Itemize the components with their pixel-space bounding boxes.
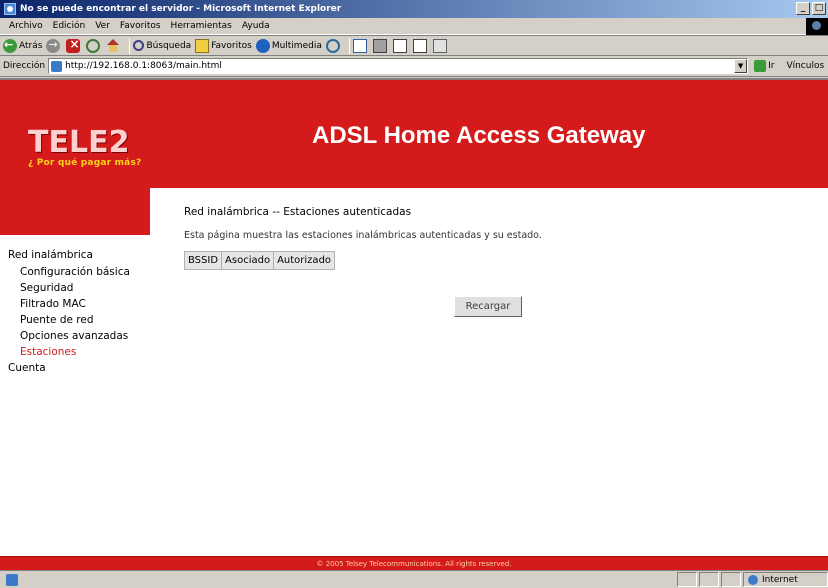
- home-button[interactable]: [106, 38, 122, 53]
- mail-button[interactable]: [352, 38, 369, 53]
- forward-button[interactable]: [46, 38, 62, 53]
- status-bar: Internet: [0, 570, 828, 588]
- stop-icon: [66, 37, 81, 53]
- refresh-icon: [86, 38, 101, 53]
- banner-title: ADSL Home Access Gateway: [312, 122, 646, 149]
- back-button[interactable]: Atrás: [3, 38, 43, 53]
- address-dropdown-icon[interactable]: ▼: [734, 59, 748, 73]
- forward-arrow-icon: [46, 38, 61, 53]
- status-cell: [721, 572, 741, 587]
- sidebar-item-filtrado-mac[interactable]: Filtrado MAC: [8, 296, 150, 312]
- globe-icon: [748, 574, 758, 585]
- ie-icon: [4, 3, 16, 15]
- window-controls: _ □: [796, 2, 826, 15]
- refresh-button[interactable]: [86, 38, 102, 53]
- table-header-row: BSSID Asociado Autorizado: [183, 251, 336, 270]
- windows-logo-icon: [806, 18, 828, 35]
- page-icon: [412, 38, 427, 53]
- address-input[interactable]: http://192.168.0.1:8063/main.html ▼: [48, 58, 749, 74]
- back-arrow-icon: [3, 38, 17, 53]
- toolbar-separator: [348, 37, 350, 54]
- media-label: Multimedia: [271, 40, 322, 51]
- column-header-asociado: Asociado: [221, 251, 275, 270]
- messenger-button[interactable]: [432, 38, 449, 53]
- print-icon: [372, 38, 387, 53]
- search-label: Búsqueda: [146, 40, 192, 51]
- page-footer: © 2005 Telsey Telecommunications. All ri…: [0, 556, 828, 570]
- mail-icon: [352, 38, 367, 53]
- edit-icon: [392, 38, 407, 53]
- window-title: No se puede encontrar el servidor - Micr…: [20, 4, 342, 14]
- page-icon: [51, 60, 63, 72]
- sidebar-item-opciones-avanzadas[interactable]: Opciones avanzadas: [8, 328, 150, 344]
- page-viewport: TELE2 ¿ Por qué pagar más? ADSL Home Acc…: [0, 78, 828, 570]
- minimize-button[interactable]: _: [796, 2, 810, 15]
- copyright-text: © 2005 Telsey Telecommunications. All ri…: [316, 560, 512, 568]
- search-icon: [133, 40, 145, 51]
- status-page-icon: [6, 573, 18, 586]
- history-button[interactable]: [325, 38, 342, 53]
- logo-tagline: ¿ Por qué pagar más?: [28, 158, 142, 168]
- sidebar-item-seguridad[interactable]: Seguridad: [8, 280, 150, 296]
- browser-toolbar: Atrás Búsqueda Favoritos Multimedia: [0, 35, 828, 56]
- print-button[interactable]: [372, 38, 389, 53]
- status-cell: [699, 572, 719, 587]
- links-button[interactable]: Vínculos: [786, 61, 824, 71]
- page-header: TELE2 ¿ Por qué pagar más? ADSL Home Acc…: [0, 80, 828, 188]
- tele2-logo: TELE2 ¿ Por qué pagar más?: [28, 125, 142, 169]
- column-header-autorizado: Autorizado: [273, 251, 336, 270]
- logo-word: TELE2: [28, 125, 130, 160]
- menu-favoritos[interactable]: Favoritos: [115, 21, 166, 31]
- media-icon: [255, 38, 270, 53]
- favorites-button[interactable]: Favoritos: [195, 38, 252, 53]
- page-description: Esta página muestra las estaciones inalá…: [184, 230, 542, 241]
- page-title: Red inalámbrica -- Estaciones autenticad…: [184, 206, 412, 218]
- window-titlebar: No se puede encontrar el servidor - Micr…: [0, 0, 828, 18]
- address-bar: Dirección http://192.168.0.1:8063/main.h…: [0, 56, 828, 77]
- sidebar-item-cuenta[interactable]: Cuenta: [8, 360, 150, 377]
- address-label: Dirección: [3, 61, 46, 71]
- search-button[interactable]: Búsqueda: [133, 40, 191, 51]
- menu-archivo[interactable]: Archivo: [4, 21, 48, 31]
- zone-label: Internet: [762, 574, 798, 585]
- sidebar-nav: Red inalámbrica Configuración básica Seg…: [0, 235, 150, 555]
- favorites-icon: [195, 38, 210, 53]
- sidebar-item-estaciones[interactable]: Estaciones: [8, 344, 150, 360]
- address-url: http://192.168.0.1:8063/main.html: [65, 61, 222, 71]
- messenger-icon: [432, 38, 447, 53]
- status-cell: [677, 572, 697, 587]
- sidebar-red-block: [0, 188, 150, 235]
- sidebar-item-puente-de-red[interactable]: Puente de red: [8, 312, 150, 328]
- maximize-button[interactable]: □: [812, 2, 826, 15]
- toolbar-separator: [129, 37, 131, 54]
- go-arrow-icon: [754, 60, 767, 72]
- menu-bar: Archivo Edición Ver Favoritos Herramient…: [0, 18, 828, 35]
- home-icon: [106, 38, 120, 53]
- back-label: Atrás: [19, 40, 43, 51]
- stop-button[interactable]: [66, 37, 82, 53]
- stations-table: BSSID Asociado Autorizado: [183, 251, 336, 270]
- reload-button[interactable]: Recargar: [454, 296, 522, 317]
- status-cells: Internet: [675, 572, 828, 588]
- menu-edicion[interactable]: Edición: [48, 21, 91, 31]
- reload-wrapper: Recargar: [454, 296, 522, 317]
- security-zone: Internet: [743, 572, 828, 587]
- go-button[interactable]: Ir: [754, 60, 774, 72]
- sidebar-item-configuracion-basica[interactable]: Configuración básica: [8, 264, 150, 280]
- main-content: Red inalámbrica -- Estaciones autenticad…: [183, 206, 824, 317]
- history-icon: [325, 38, 340, 53]
- go-label: Ir: [768, 61, 775, 71]
- column-header-bssid: BSSID: [183, 251, 223, 270]
- media-button[interactable]: Multimedia: [255, 38, 322, 53]
- discuss-button[interactable]: [412, 38, 429, 53]
- edit-button[interactable]: [392, 38, 409, 53]
- favorites-label: Favoritos: [211, 40, 252, 51]
- menu-ver[interactable]: Ver: [90, 21, 115, 31]
- menu-ayuda[interactable]: Ayuda: [237, 21, 275, 31]
- sidebar-item-red-inalambrica[interactable]: Red inalámbrica: [8, 247, 150, 264]
- menu-herramientas[interactable]: Herramientas: [166, 21, 237, 31]
